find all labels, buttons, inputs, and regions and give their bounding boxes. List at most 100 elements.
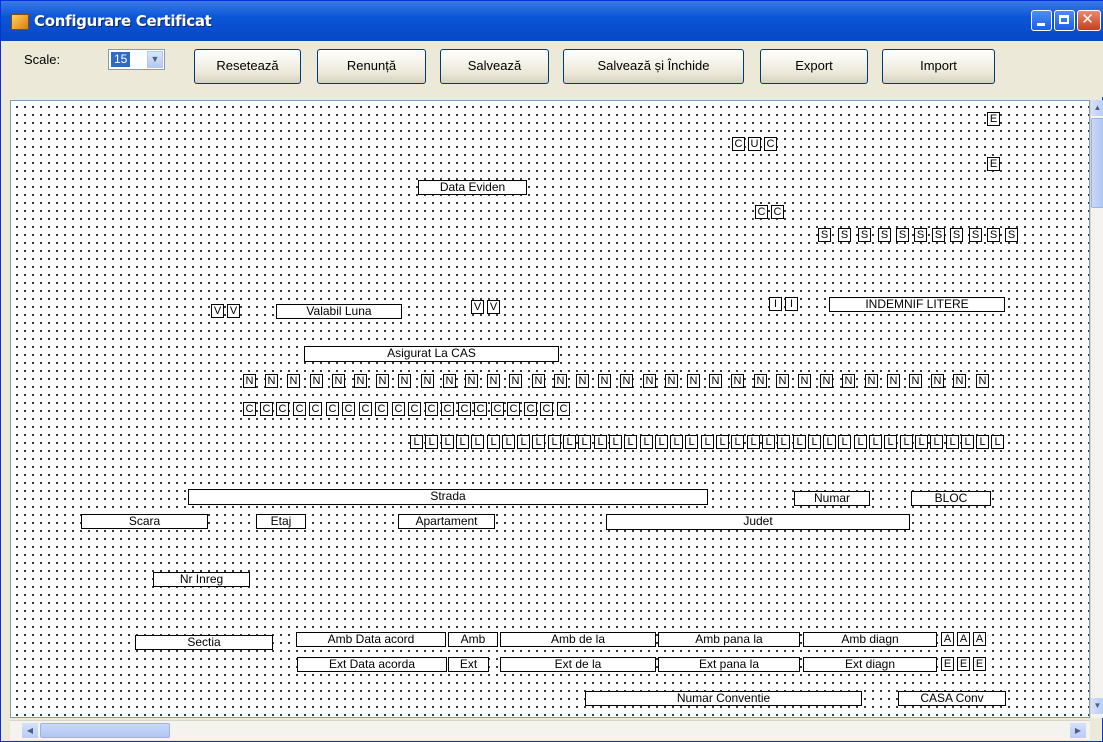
field-l[interactable]: L xyxy=(961,435,974,449)
field-ext-data-acorda[interactable]: Ext Data acorda xyxy=(297,657,447,672)
field-nr-inreg[interactable]: Nr Inreg xyxy=(153,572,250,587)
field-ext-de-la[interactable]: Ext de la xyxy=(500,657,656,672)
field-c[interactable]: C xyxy=(458,402,471,416)
scroll-up-icon[interactable]: ▲ xyxy=(1091,100,1103,116)
field-l[interactable]: L xyxy=(731,435,744,449)
field-s[interactable]: S xyxy=(969,228,982,242)
field-amb-de-la[interactable]: Amb de la xyxy=(500,632,656,647)
field-n[interactable]: N xyxy=(332,374,345,388)
field-n[interactable]: N xyxy=(421,374,434,388)
field-l[interactable]: L xyxy=(670,435,683,449)
field-l[interactable]: L xyxy=(563,435,576,449)
field-l[interactable]: L xyxy=(884,435,897,449)
field-c[interactable]: C xyxy=(342,402,355,416)
field-l[interactable]: L xyxy=(915,435,928,449)
field-u[interactable]: U xyxy=(748,137,761,151)
field-l[interactable]: L xyxy=(487,435,500,449)
field-n[interactable]: N xyxy=(243,374,256,388)
field-l[interactable]: L xyxy=(930,435,943,449)
field-n[interactable]: N xyxy=(620,374,633,388)
field-c[interactable]: C xyxy=(243,402,256,416)
field-s[interactable]: S xyxy=(950,228,963,242)
field-numar-conventie[interactable]: Numar Conventie xyxy=(585,691,862,706)
field-bloc[interactable]: BLOC xyxy=(911,491,991,506)
field-apartament[interactable]: Apartament xyxy=(398,514,495,529)
field-asigurat-la-cas[interactable]: Asigurat La CAS xyxy=(304,346,559,362)
field-s[interactable]: S xyxy=(838,228,851,242)
field-c[interactable]: C xyxy=(441,402,454,416)
field-n[interactable]: N xyxy=(909,374,922,388)
field-n[interactable]: N xyxy=(487,374,500,388)
field-c[interactable]: C xyxy=(755,205,768,219)
field-l[interactable]: L xyxy=(854,435,867,449)
field-n[interactable]: N xyxy=(265,374,278,388)
field-indemnif-litere[interactable]: INDEMNIF LITERE xyxy=(829,297,1005,312)
field-l[interactable]: L xyxy=(793,435,806,449)
field-l[interactable]: L xyxy=(609,435,622,449)
field-l[interactable]: L xyxy=(747,435,760,449)
field-c[interactable]: C xyxy=(359,402,372,416)
field-n[interactable]: N xyxy=(976,374,989,388)
field-l[interactable]: L xyxy=(991,435,1004,449)
field-c[interactable]: C xyxy=(326,402,339,416)
field-casa-conv[interactable]: CASA Conv xyxy=(898,691,1006,706)
field-ext-diagn[interactable]: Ext diagn xyxy=(803,657,937,672)
field-s[interactable]: S xyxy=(914,228,927,242)
field-l[interactable]: L xyxy=(425,435,438,449)
field-l[interactable]: L xyxy=(823,435,836,449)
field-v[interactable]: V xyxy=(471,300,484,314)
field-e[interactable]: E xyxy=(973,657,986,671)
field-c[interactable]: C xyxy=(524,402,537,416)
field-l[interactable]: L xyxy=(578,435,591,449)
field-n[interactable]: N xyxy=(887,374,900,388)
field-ext-pana-la[interactable]: Ext pana la xyxy=(658,657,800,672)
field-n[interactable]: N xyxy=(310,374,323,388)
field-ext[interactable]: Ext xyxy=(448,657,489,672)
field-s[interactable]: S xyxy=(858,228,871,242)
field-n[interactable]: N xyxy=(820,374,833,388)
field-i[interactable]: I xyxy=(785,297,798,311)
field-n[interactable]: N xyxy=(731,374,744,388)
field-l[interactable]: L xyxy=(808,435,821,449)
horizontal-scrollbar[interactable]: ◀ ▶ xyxy=(10,720,1090,740)
field-c[interactable]: C xyxy=(507,402,520,416)
field-n[interactable]: N xyxy=(598,374,611,388)
field-n[interactable]: N xyxy=(287,374,300,388)
field-n[interactable]: N xyxy=(554,374,567,388)
field-n[interactable]: N xyxy=(709,374,722,388)
design-canvas[interactable]: E C U C E Data Eviden C C SSSSSSSSSSS V … xyxy=(10,100,1090,718)
field-c[interactable]: C xyxy=(764,137,777,151)
close-button[interactable]: ✕ xyxy=(1077,10,1101,31)
field-n[interactable]: N xyxy=(754,374,767,388)
field-c[interactable]: C xyxy=(260,402,273,416)
field-n[interactable]: N xyxy=(465,374,478,388)
field-l[interactable]: L xyxy=(655,435,668,449)
title-bar[interactable]: Configurare Certificat ✕ xyxy=(1,1,1103,41)
field-l[interactable]: L xyxy=(946,435,959,449)
field-judet[interactable]: Judet xyxy=(606,514,910,530)
field-s[interactable]: S xyxy=(818,228,831,242)
field-v[interactable]: V xyxy=(211,304,224,318)
field-c[interactable]: C xyxy=(375,402,388,416)
field-l[interactable]: L xyxy=(532,435,545,449)
field-sectia[interactable]: Sectia xyxy=(135,635,273,650)
field-n[interactable]: N xyxy=(665,374,678,388)
scroll-left-icon[interactable]: ◀ xyxy=(22,723,38,738)
field-n[interactable]: N xyxy=(443,374,456,388)
field-c[interactable]: C xyxy=(474,402,487,416)
field-e[interactable]: E xyxy=(987,112,1000,126)
field-s[interactable]: S xyxy=(878,228,891,242)
field-s[interactable]: S xyxy=(1005,228,1018,242)
field-v[interactable]: V xyxy=(227,304,240,318)
field-l[interactable]: L xyxy=(410,435,423,449)
field-l[interactable]: L xyxy=(716,435,729,449)
field-s[interactable]: S xyxy=(896,228,909,242)
field-scara[interactable]: Scara xyxy=(81,514,208,529)
field-l[interactable]: L xyxy=(548,435,561,449)
scroll-right-icon[interactable]: ▶ xyxy=(1070,723,1086,738)
vertical-scrollbar[interactable]: ▲ ▼ xyxy=(1090,100,1103,718)
field-n[interactable]: N xyxy=(842,374,855,388)
field-i[interactable]: I xyxy=(769,297,782,311)
field-l[interactable]: L xyxy=(685,435,698,449)
vertical-scroll-thumb[interactable] xyxy=(1091,118,1103,208)
